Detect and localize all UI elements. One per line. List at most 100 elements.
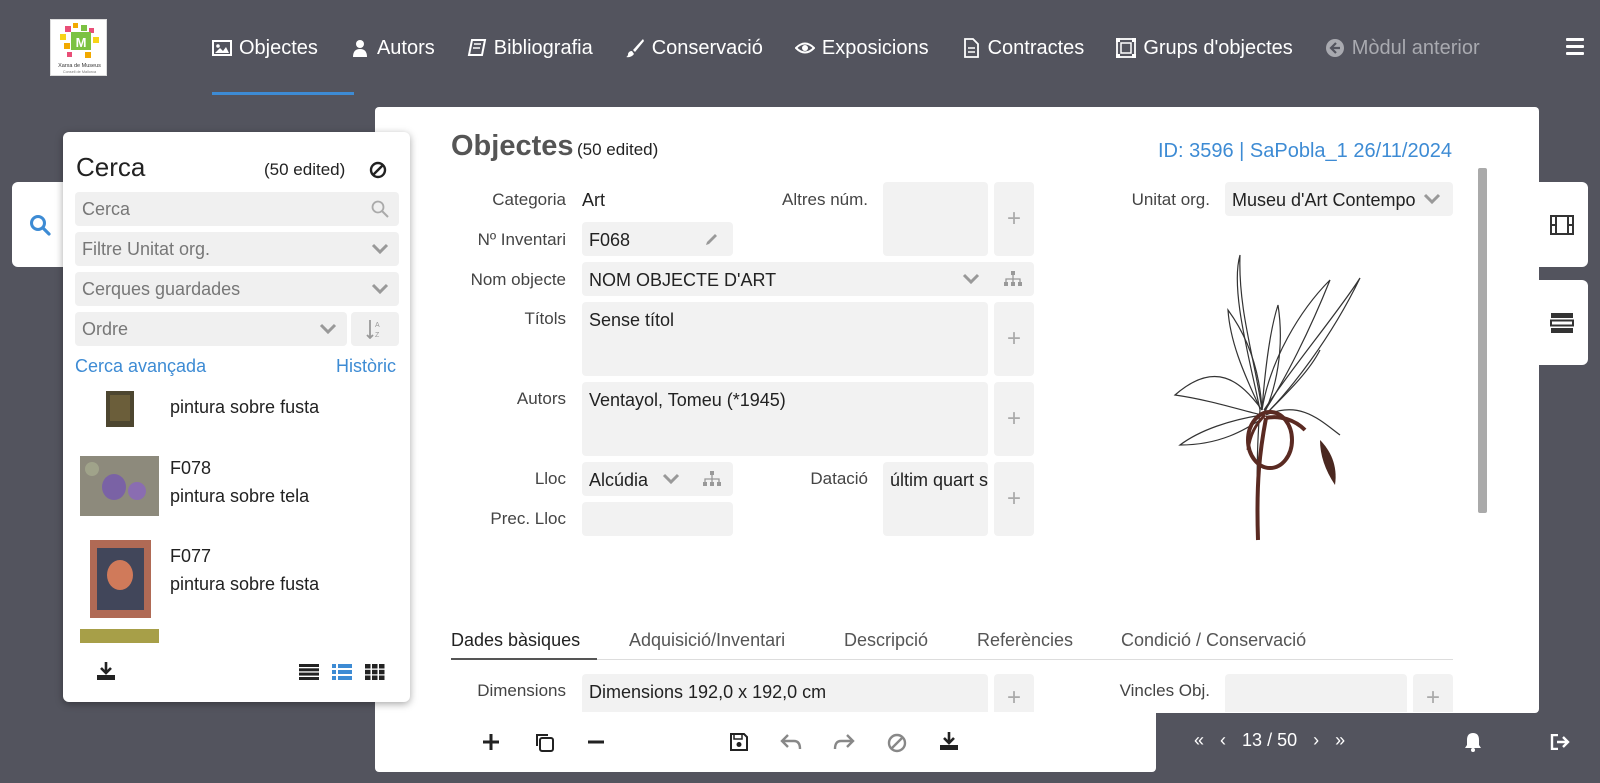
record-scrollbar[interactable]	[1478, 168, 1487, 513]
last-page-icon[interactable]: »	[1335, 730, 1345, 751]
sort-direction-button[interactable]: AZ	[351, 312, 399, 346]
search-edited-count: (50 edited)	[264, 160, 346, 179]
add-datacio-button[interactable]: +	[994, 462, 1034, 536]
list-view-icon[interactable]	[299, 664, 319, 680]
result-thumbnail	[106, 391, 134, 427]
add-vincle-button[interactable]: +	[1413, 674, 1453, 712]
grid-view-icon[interactable]	[365, 664, 385, 680]
add-autor-button[interactable]: +	[994, 382, 1034, 456]
search-panel-title: Cerca	[76, 152, 146, 182]
chevron-down-icon	[371, 243, 389, 255]
chevron-down-icon	[962, 273, 980, 285]
add-dimension-button[interactable]: +	[994, 674, 1034, 712]
user-icon	[352, 40, 367, 57]
clear-search-icon[interactable]	[369, 161, 387, 179]
titols-field[interactable]: Sense títol	[582, 302, 988, 376]
record-title: Objectes	[451, 130, 574, 162]
details-side-tab[interactable]	[1536, 280, 1588, 365]
inventari-field[interactable]: F068	[582, 222, 733, 256]
nav-item-conservacio[interactable]: Conservació	[625, 28, 763, 68]
dimensions-field[interactable]: Dimensions 192,0 x 192,0 cm	[582, 674, 988, 712]
saved-searches-placeholder: Cerques guardades	[82, 278, 241, 299]
book-icon	[467, 39, 486, 56]
nav-label: Autors	[376, 36, 435, 59]
saved-searches-select[interactable]: Cerques guardades	[75, 272, 399, 306]
add-record-icon[interactable]	[482, 733, 500, 751]
sort-alpha-icon: AZ	[366, 320, 380, 339]
tab-adquisicio-inventari[interactable]: Adquisició/Inventari	[629, 630, 785, 651]
history-link[interactable]: Històric	[336, 356, 396, 377]
advanced-search-link[interactable]: Cerca avançada	[75, 356, 206, 377]
duplicate-record-icon[interactable]	[534, 732, 554, 752]
nav-label: Grups d'objectes	[1143, 36, 1293, 59]
nav-active-indicator	[212, 92, 354, 95]
titols-value: Sense títol	[589, 310, 675, 330]
svg-text:A: A	[375, 322, 380, 329]
altres-num-field[interactable]	[883, 182, 988, 256]
search-input-placeholder: Cerca	[82, 198, 131, 219]
tab-referencies[interactable]: Referències	[977, 630, 1073, 651]
next-page-icon[interactable]: ›	[1313, 730, 1319, 751]
label-titols: Títols	[524, 309, 566, 328]
download-results-icon[interactable]	[96, 661, 116, 681]
nav-item-modul-anterior[interactable]: Mòdul anterior	[1325, 28, 1480, 68]
document-icon	[963, 38, 979, 58]
list-item[interactable]: F078 pintura sobre tela	[63, 452, 410, 528]
nav-item-grups[interactable]: Grups d'objectes	[1116, 28, 1293, 68]
pencil-icon[interactable]	[705, 232, 719, 246]
list-item[interactable]: F077 pintura sobre fusta	[63, 536, 410, 622]
record-edited-count: (50 edited)	[577, 140, 659, 159]
nav-item-exposicions[interactable]: Exposicions	[794, 28, 929, 68]
list-item[interactable]: pintura sobre fusta	[63, 387, 410, 439]
hierarchy-icon[interactable]	[1004, 271, 1022, 287]
delete-record-icon[interactable]	[587, 733, 605, 751]
filter-unitat-select[interactable]: Filtre Unitat org.	[75, 232, 399, 266]
prec-lloc-field[interactable]	[582, 502, 733, 536]
nav-label: Mòdul anterior	[1351, 36, 1480, 59]
tab-condicio-conservacio[interactable]: Condició / Conservació	[1121, 630, 1306, 651]
label-altres-num: Altres núm.	[782, 190, 868, 209]
nom-objecte-value: NOM OBJECTE D'ART	[589, 270, 777, 290]
hierarchy-icon[interactable]	[703, 471, 721, 487]
chevron-down-icon	[662, 473, 680, 485]
hamburger-menu-icon[interactable]	[1566, 38, 1584, 55]
search-toggle-tab[interactable]	[12, 182, 68, 267]
unitat-org-select[interactable]: Museu d'Art Contempo	[1225, 182, 1453, 216]
prev-page-icon[interactable]: ‹	[1220, 730, 1226, 751]
bell-icon[interactable]	[1464, 732, 1482, 752]
museum-network-logo[interactable]: M Xarxa de Museus Consell de Mallorca	[50, 19, 107, 76]
nom-objecte-select[interactable]: NOM OBJECTE D'ART	[582, 262, 1034, 296]
first-page-icon[interactable]: «	[1194, 730, 1204, 751]
detail-list-view-icon[interactable]	[332, 664, 352, 680]
filter-unitat-placeholder: Filtre Unitat org.	[82, 238, 211, 259]
categoria-value[interactable]: Art	[582, 190, 605, 211]
add-titol-button[interactable]: +	[994, 302, 1034, 376]
media-side-tab[interactable]	[1536, 182, 1588, 267]
vincles-field[interactable]	[1225, 674, 1407, 712]
order-select[interactable]: Ordre	[75, 312, 347, 346]
nav-label: Conservació	[651, 36, 763, 59]
save-icon[interactable]	[729, 732, 749, 752]
datacio-field[interactable]: últim quart s	[883, 462, 988, 536]
label-autors: Autors	[516, 389, 566, 408]
nav-item-autors[interactable]: Autors	[350, 28, 435, 68]
lloc-select[interactable]: Alcúdia	[582, 462, 733, 496]
nav-item-objectes[interactable]: Objectes	[212, 28, 318, 68]
nav-label: Exposicions	[821, 36, 929, 59]
download-icon[interactable]	[939, 731, 959, 751]
redo-icon[interactable]	[833, 733, 855, 751]
order-placeholder: Ordre	[82, 318, 129, 339]
autors-field[interactable]: Ventayol, Tomeu (*1945)	[582, 382, 988, 456]
search-panel: Cerca (50 edited) Cerca Filtre Unitat or…	[63, 132, 410, 702]
tab-descripcio[interactable]: Descripció	[844, 630, 928, 651]
eye-icon	[794, 42, 815, 54]
add-altres-num-button[interactable]: +	[994, 182, 1034, 256]
undo-icon[interactable]	[780, 733, 802, 751]
nav-item-contractes[interactable]: Contractes	[961, 28, 1084, 68]
result-description: pintura sobre fusta	[170, 574, 320, 594]
search-input[interactable]: Cerca	[75, 192, 399, 226]
cancel-icon[interactable]	[887, 733, 907, 753]
nav-item-bibliografia[interactable]: Bibliografia	[467, 28, 593, 68]
logout-icon[interactable]	[1550, 734, 1570, 750]
tab-dades-basiques[interactable]: Dades bàsiques	[451, 630, 580, 651]
